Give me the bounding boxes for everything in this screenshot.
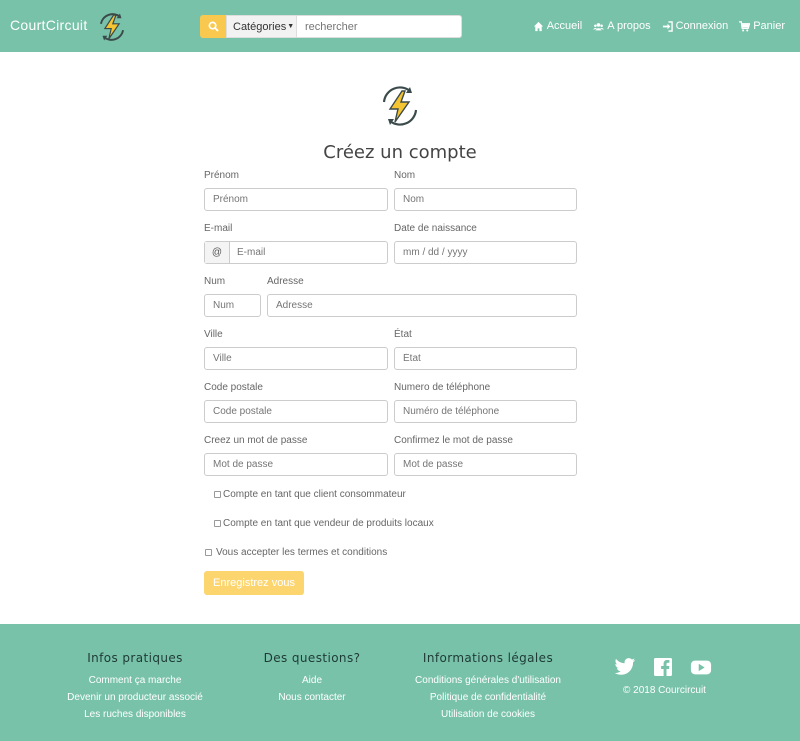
facebook-icon[interactable] <box>652 657 674 677</box>
client-checkbox[interactable] <box>214 491 221 498</box>
footer-infos-title: Infos pratiques <box>87 651 183 665</box>
nom-label: Nom <box>394 170 416 181</box>
footer-questions-title: Des questions? <box>263 651 361 665</box>
vendeur-checkbox-label: Compte en tant que vendeur de produits l… <box>223 518 434 529</box>
sign-in-icon <box>662 20 673 32</box>
password-confirm-label: Confirmez le mot de passe <box>394 435 513 446</box>
at-icon: @ <box>205 242 230 263</box>
footer-link-confidentialite[interactable]: Politique de confidentialité <box>398 689 578 706</box>
footer-col-legales: Informations légales Conditions générale… <box>398 651 578 723</box>
footer-legales-title: Informations légales <box>422 651 554 665</box>
nav-connexion-label: Connexion <box>675 20 729 32</box>
vendeur-checkbox-row[interactable]: Compte en tant que vendeur de produits l… <box>214 518 434 529</box>
twitter-icon[interactable] <box>614 657 636 677</box>
search-input[interactable] <box>297 15 462 38</box>
lightning-logo-icon[interactable] <box>93 8 131 46</box>
terms-checkbox[interactable] <box>205 549 212 556</box>
nav-links: Accueil A propos Connexion Panier <box>533 20 785 32</box>
email-label: E-mail <box>204 223 233 234</box>
nav-panier-label: Panier <box>753 20 785 32</box>
footer-link-aide[interactable]: Aide <box>237 672 387 689</box>
footer: Infos pratiques Comment ça marche Deveni… <box>0 624 800 741</box>
phone-label: Numero de téléphone <box>394 382 491 393</box>
birthdate-input[interactable] <box>394 241 577 264</box>
client-checkbox-row[interactable]: Compte en tant que client consommateur <box>214 489 406 500</box>
adresse-label: Adresse <box>267 276 304 287</box>
nom-input[interactable] <box>394 188 577 211</box>
prenom-label: Prénom <box>204 170 240 181</box>
terms-checkbox-label: Vous accepter les termes et conditions <box>216 547 388 558</box>
footer-link-comment[interactable]: Comment ça marche <box>60 672 210 689</box>
etat-label: État <box>394 329 412 340</box>
search-icon <box>208 21 219 32</box>
cart-icon <box>739 20 751 31</box>
code-postal-label: Code postale <box>204 382 263 393</box>
password-label: Creez un mot de passe <box>204 435 308 446</box>
youtube-icon[interactable] <box>690 657 712 677</box>
nav-apropos[interactable]: A propos <box>593 20 651 32</box>
page-title: Créez un compte <box>323 142 477 163</box>
email-field-group: @ <box>204 241 388 264</box>
email-input[interactable] <box>230 242 387 263</box>
nav-apropos-label: A propos <box>607 20 651 32</box>
users-icon <box>593 22 605 30</box>
nav-panier[interactable]: Panier <box>739 20 785 32</box>
birthdate-label: Date de naissance <box>394 223 477 234</box>
phone-input[interactable] <box>394 400 577 423</box>
categories-dropdown[interactable]: Catégories ▼ <box>226 15 297 38</box>
nav-accueil[interactable]: Accueil <box>533 20 582 32</box>
nav-connexion[interactable]: Connexion <box>662 20 729 32</box>
ville-label: Ville <box>204 329 223 340</box>
footer-link-producteur[interactable]: Devenir un producteur associé <box>60 689 210 706</box>
lightning-logo-icon <box>382 86 418 126</box>
search-button[interactable] <box>200 15 226 38</box>
ville-input[interactable] <box>204 347 388 370</box>
footer-link-cookies[interactable]: Utilisation de cookies <box>398 706 578 723</box>
social-links <box>614 657 712 677</box>
num-label: Num <box>204 276 226 287</box>
footer-col-questions: Des questions? Aide Nous contacter <box>237 651 387 706</box>
terms-checkbox-row[interactable]: Vous accepter les termes et conditions <box>205 547 387 558</box>
nav-accueil-label: Accueil <box>546 20 583 32</box>
vendeur-checkbox[interactable] <box>214 520 221 527</box>
navbar: CourtCircuit Catégories▼ Accueil A propo… <box>0 0 800 52</box>
caret-down-icon: ▼ <box>287 23 295 30</box>
footer-col-infos: Infos pratiques Comment ça marche Deveni… <box>60 651 210 723</box>
adresse-input[interactable] <box>267 294 577 317</box>
footer-link-contact[interactable]: Nous contacter <box>237 689 387 706</box>
register-button[interactable]: Enregistrez vous <box>204 571 304 595</box>
code-postal-input[interactable] <box>204 400 388 423</box>
brand-name[interactable]: CourtCircuit <box>10 17 88 33</box>
footer-link-cgu[interactable]: Conditions générales d'utilisation <box>398 672 578 689</box>
etat-input[interactable] <box>394 347 577 370</box>
copyright: © 2018 Courcircuit <box>623 685 706 696</box>
password-input[interactable] <box>204 453 388 476</box>
categories-label: Catégories <box>233 20 287 33</box>
footer-link-ruches[interactable]: Les ruches disponibles <box>60 706 210 723</box>
home-icon <box>533 21 543 31</box>
num-input[interactable] <box>204 294 261 317</box>
password-confirm-input[interactable] <box>394 453 577 476</box>
search-bar: Catégories ▼ <box>200 15 462 38</box>
client-checkbox-label: Compte en tant que client consommateur <box>223 489 406 500</box>
prenom-input[interactable] <box>204 188 388 211</box>
